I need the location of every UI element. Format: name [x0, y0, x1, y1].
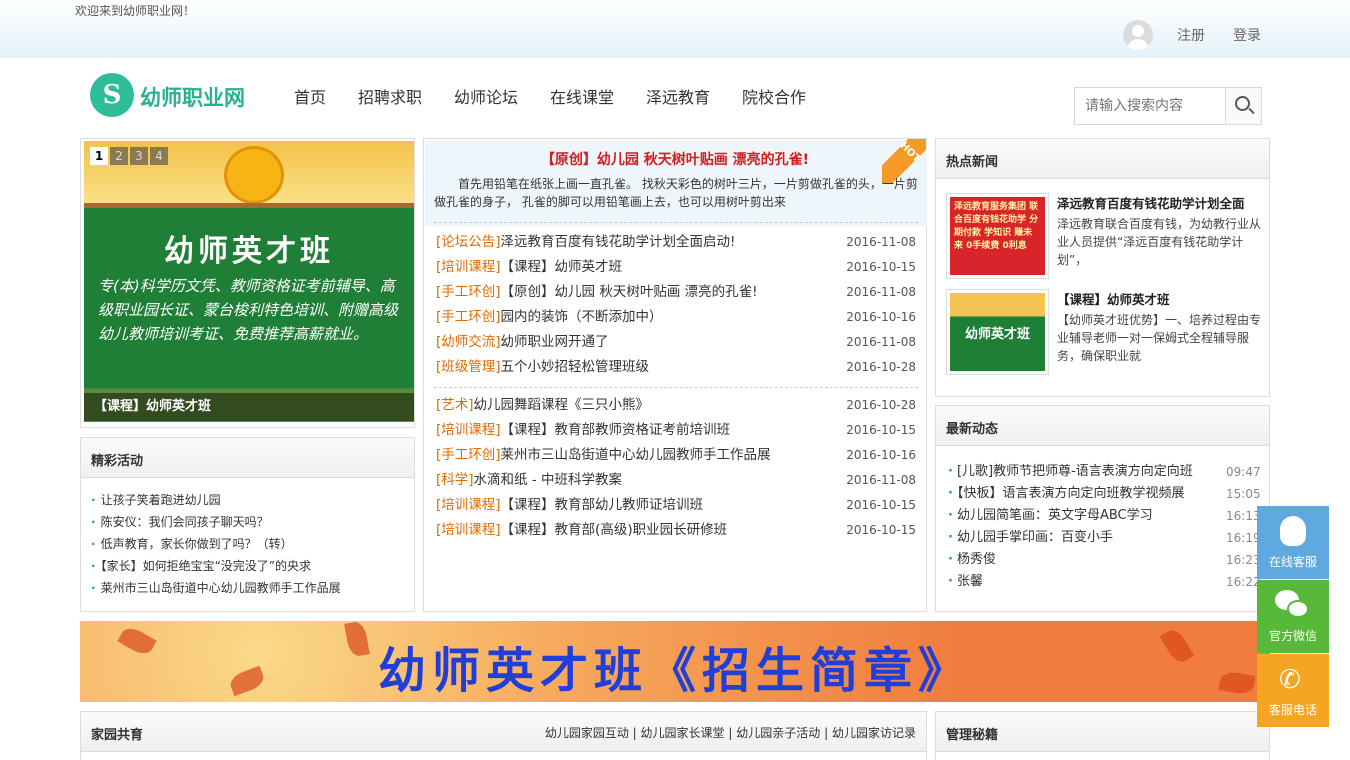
- slide-board-text: 专(本)科学历文凭、教师资格证考前辅导、高级职业园长证、蒙台梭利特色培训、附赠高…: [98, 277, 399, 343]
- slider-pager: 1234: [90, 147, 170, 165]
- hot-news-thumbnail[interactable]: 泽远教育服务集团 联合百度有钱花助学 分期付款 学知识 赚未来 0手续费 0利息: [946, 193, 1049, 279]
- headline-link[interactable]: 【原创】幼儿园 秋天树叶贴画 漂亮的孔雀!: [424, 149, 926, 169]
- news-row[interactable]: [幼师交流]幼师职业网开通了 2016-11-08: [436, 330, 916, 355]
- banner-text: 幼师英才班《招生简章》: [377, 643, 972, 699]
- welcome-text: 欢迎来到幼师职业网！: [75, 4, 196, 18]
- list-item[interactable]: 幼儿园简笔画：英文字母ABC学习16:13: [948, 505, 1261, 527]
- latest-title: 最新动态: [946, 422, 999, 437]
- latest-list: [儿歌]教师节把师尊-语言表演方向定向班09:47 【快板】语言表演方向定向班教…: [948, 461, 1261, 593]
- nav-item-jobs[interactable]: 招聘求职: [358, 84, 422, 108]
- news-row[interactable]: [手工环创]莱州市三山岛街道中心幼儿园教师手工作品展 2016-10-16: [436, 443, 916, 468]
- wechat-button[interactable]: 官方微信: [1257, 580, 1329, 653]
- news-list-2: [艺术]幼儿园舞蹈课程《三只小熊》 2016-10-28 [培训课程]【课程】教育…: [436, 393, 916, 543]
- slider-page-1[interactable]: 1: [90, 147, 108, 165]
- phone-icon: ✆: [1279, 665, 1301, 695]
- news-row[interactable]: [培训课程]【课程】教育部教师资格证考前培训班 2016-10-15: [436, 418, 916, 443]
- management-panel: 管理秘籍: [935, 711, 1270, 760]
- search-input[interactable]: [1075, 88, 1225, 124]
- list-item[interactable]: 张馨16:22: [948, 571, 1261, 593]
- slider-page-2[interactable]: 2: [110, 147, 128, 165]
- nav-item-forum[interactable]: 幼师论坛: [454, 84, 518, 108]
- news-row[interactable]: [手工环创]【原创】幼儿园 秋天树叶贴画 漂亮的孔雀! 2016-11-08: [436, 280, 916, 305]
- link-home-visit[interactable]: 幼儿园家访记录: [832, 726, 916, 740]
- home-edu-title: 家园共育: [91, 728, 144, 743]
- news-row[interactable]: [手工环创]园内的装饰（不断添加中） 2016-10-16: [436, 305, 916, 330]
- enrollment-banner[interactable]: 幼师英才班《招生简章》: [80, 621, 1270, 702]
- nav-item-zeyuan[interactable]: 泽远教育: [646, 84, 710, 108]
- hot-news-item[interactable]: 幼师英才班 【课程】幼师英才班 【幼师英才班优势】一、培养过程由专业辅导老师一对…: [946, 289, 1270, 377]
- link-parent-class[interactable]: 幼儿园家长课堂: [641, 726, 725, 740]
- hot-news-item-desc: 泽远教育联合百度有钱，为幼教行业从业人员提供“泽远百度有钱花助学计划”，: [1057, 217, 1262, 267]
- online-service-button[interactable]: 在线客服: [1257, 506, 1329, 579]
- news-row[interactable]: [论坛公告]泽远教育百度有钱花助学计划全面启动! 2016-11-08: [436, 230, 916, 255]
- list-item[interactable]: [儿歌]教师节把师尊-语言表演方向定向班09:47: [948, 461, 1261, 483]
- list-item[interactable]: 让孩子笑着跑进幼儿园: [91, 489, 341, 511]
- link-parent-child[interactable]: 幼儿园亲子活动: [736, 726, 820, 740]
- register-link[interactable]: 注册: [1177, 25, 1205, 45]
- slider-page-3[interactable]: 3: [130, 147, 148, 165]
- search-button[interactable]: [1225, 88, 1261, 124]
- search-box: [1074, 87, 1262, 125]
- slide-caption[interactable]: 【课程】幼师英才班: [84, 393, 414, 421]
- list-item[interactable]: 【快板】语言表演方向定向班教学视频展15:05: [948, 483, 1261, 505]
- phone-button[interactable]: ✆ 客服电话: [1257, 654, 1329, 727]
- center-news-panel: HOT 【原创】幼儿园 秋天树叶贴画 漂亮的孔雀! 首先用铅笔在纸张上画一直孔雀…: [423, 138, 927, 612]
- hot-news-thumbnail[interactable]: 幼师英才班: [946, 289, 1049, 375]
- avatar-icon[interactable]: [1123, 20, 1153, 50]
- list-item[interactable]: 陈安仪：我们会同孩子聊天吗？: [91, 511, 341, 533]
- nav-item-home[interactable]: 首页: [294, 84, 326, 108]
- nav-item-classroom[interactable]: 在线课堂: [550, 84, 614, 108]
- list-item[interactable]: 【家长】如何拒绝宝宝“没完没了”的央求: [91, 555, 341, 577]
- hot-news-panel: 热点新闻 泽远教育服务集团 联合百度有钱花助学 分期付款 学知识 赚未来 0手续…: [935, 138, 1270, 397]
- hot-news-item-desc: 【幼师英才班优势】一、培养过程由专业辅导老师一对一保姆式全程辅导服务，确保职业就: [1057, 313, 1262, 363]
- hot-news-item-title[interactable]: 泽远教育百度有钱花助学计划全面: [1057, 193, 1269, 212]
- latest-panel: 最新动态 [儿歌]教师节把师尊-语言表演方向定向班09:47 【快板】语言表演方…: [935, 405, 1270, 612]
- news-row[interactable]: [艺术]幼儿园舞蹈课程《三只小熊》 2016-10-28: [436, 393, 916, 418]
- headline-summary: 首先用铅笔在纸张上画一直孔雀。 找秋天彩色的树叶三片，一片剪做孔雀的头，一片剪做…: [434, 177, 918, 209]
- activities-list: 让孩子笑着跑进幼儿园 陈安仪：我们会同孩子聊天吗？ 低声教育，家长你做到了吗？（…: [91, 489, 341, 599]
- news-row[interactable]: [科学]水滴和纸 - 中班科学教案 2016-11-08: [436, 468, 916, 493]
- news-row[interactable]: [培训课程]【课程】教育部(高级)职业园长研修班 2016-10-15: [436, 518, 916, 543]
- activities-panel: 精彩活动 让孩子笑着跑进幼儿园 陈安仪：我们会同孩子聊天吗？ 低声教育，家长你做…: [80, 437, 415, 612]
- logo-icon: S: [90, 73, 134, 117]
- news-list-1: [论坛公告]泽远教育百度有钱花助学计划全面启动! 2016-11-08 [培训课程…: [436, 230, 916, 380]
- list-item[interactable]: 低声教育，家长你做到了吗？（转）: [91, 533, 341, 555]
- activities-title: 精彩活动: [91, 454, 144, 469]
- list-item[interactable]: 杨秀俊16:23: [948, 549, 1261, 571]
- logo-text: 幼师职业网: [140, 86, 245, 110]
- hot-news-title: 热点新闻: [946, 155, 999, 170]
- news-row[interactable]: [班级管理]五个小妙招轻松管理班级 2016-10-28: [436, 355, 916, 380]
- home-edu-panel: 家园共育 幼儿园家园互动 | 幼儿园家长课堂 | 幼儿园亲子活动 | 幼儿园家访…: [80, 711, 927, 760]
- list-item[interactable]: 幼儿园手掌印画：百变小手16:19: [948, 527, 1261, 549]
- list-item[interactable]: 莱州市三山岛街道中心幼儿园教师手工作品展: [91, 577, 341, 599]
- news-row[interactable]: [培训课程]【课程】幼师英才班 2016-10-15: [436, 255, 916, 280]
- nav-item-cooperation[interactable]: 院校合作: [742, 84, 806, 108]
- login-link[interactable]: 登录: [1233, 25, 1261, 45]
- hot-news-item[interactable]: 泽远教育服务集团 联合百度有钱花助学 分期付款 学知识 赚未来 0手续费 0利息…: [946, 193, 1270, 281]
- management-title: 管理秘籍: [946, 728, 999, 743]
- link-home-interaction[interactable]: 幼儿园家园互动: [545, 726, 629, 740]
- hot-news-item-title[interactable]: 【课程】幼师英才班: [1057, 289, 1269, 308]
- slide-board-title: 幼师英才班: [164, 234, 334, 269]
- image-slider[interactable]: 幼师英才班 专(本)科学历文凭、教师资格证考前辅导、高级职业园长证、蒙台梭利特色…: [84, 141, 414, 422]
- slider-page-4[interactable]: 4: [150, 147, 168, 165]
- blackboard-illustration: 幼师英才班 专(本)科学历文凭、教师资格证考前辅导、高级职业园长证、蒙台梭利特色…: [84, 203, 414, 388]
- qq-icon: [1280, 516, 1306, 546]
- news-row[interactable]: [培训课程]【课程】教育部幼儿教师证培训班 2016-10-15: [436, 493, 916, 518]
- sun-illustration: [224, 146, 284, 204]
- site-logo[interactable]: S 幼师职业网: [90, 73, 250, 117]
- home-edu-links: 幼儿园家园互动 | 幼儿园家长课堂 | 幼儿园亲子活动 | 幼儿园家访记录: [544, 726, 916, 740]
- wechat-icon: [1275, 590, 1311, 622]
